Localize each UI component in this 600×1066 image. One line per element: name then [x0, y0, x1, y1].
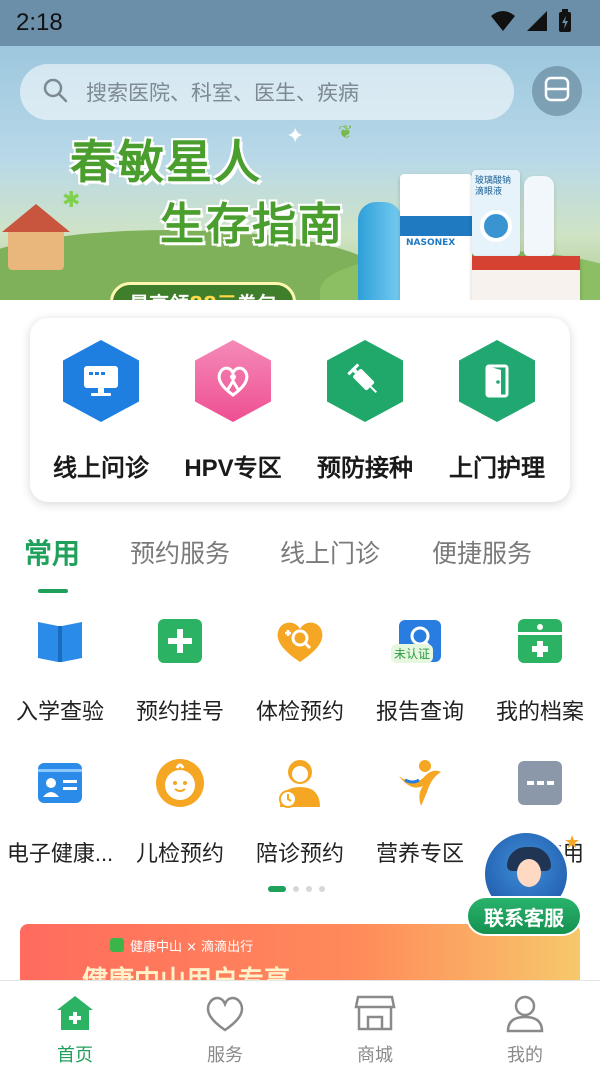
- grid-item-companion[interactable]: 陪诊预约: [240, 758, 360, 868]
- runner-icon: [395, 758, 445, 808]
- unverified-badge: 未认证: [391, 644, 434, 663]
- nav-label: 服务: [207, 1045, 243, 1065]
- pager-dot: [319, 886, 325, 892]
- grid-item-label: 报告查询: [375, 699, 464, 724]
- tab-online-clinic[interactable]: 线上门诊: [280, 534, 380, 570]
- coupon-pill[interactable]: 最高领 88元 券包: [110, 282, 296, 300]
- coupon-prefix: 最高领: [129, 288, 189, 301]
- grid-item-label: 体检预约: [255, 699, 344, 724]
- tab-underline: [38, 589, 68, 593]
- banner-headline-line1: 春敏星人: [70, 135, 262, 189]
- heart-search-icon: [275, 616, 325, 666]
- banner-house: [2, 204, 70, 270]
- star-icon: ★: [564, 832, 581, 853]
- grid-item-child-check[interactable]: 儿检预约: [120, 758, 240, 868]
- grid-item-label: 预约挂号: [135, 699, 224, 724]
- ribbon-heart-icon: [195, 340, 271, 422]
- quick-item-hpv[interactable]: HPV专区: [168, 340, 298, 483]
- pager-dot: [293, 886, 299, 892]
- coupon-amount: 88元: [189, 288, 237, 301]
- home-icon: [53, 991, 97, 1035]
- scan-icon: [543, 75, 571, 107]
- wifi-icon: [490, 10, 516, 36]
- quick-services-card: 线上问诊 HPV专区 预防接种 上门护理: [30, 318, 570, 502]
- grid-item-label: 电子健康...: [6, 841, 114, 866]
- more-icon: [515, 758, 565, 808]
- grid-item-nutrition[interactable]: 营养专区: [360, 758, 480, 868]
- plus-square-icon: [155, 616, 205, 666]
- status-time: 2:18: [16, 9, 63, 36]
- grid-item-label: 营养专区: [375, 841, 464, 866]
- companion-icon: [275, 758, 325, 808]
- folder-plus-icon: [515, 616, 565, 666]
- service-tabs: 常用 预约服务 线上门诊 便捷服务: [0, 528, 600, 592]
- heart-outline-icon: [203, 991, 247, 1035]
- grid-item-school-check[interactable]: 入学查验: [0, 616, 120, 726]
- promo-title: 健康中山用户专享: [82, 960, 290, 980]
- tab-appointment[interactable]: 预约服务: [130, 534, 230, 570]
- nav-mall[interactable]: 商城: [315, 991, 435, 1066]
- signal-icon: [526, 10, 548, 36]
- battery-icon: [558, 9, 572, 37]
- quick-item-label: 上门护理: [449, 455, 545, 482]
- quick-item-online-consult[interactable]: 线上问诊: [36, 340, 166, 483]
- tab-common[interactable]: 常用: [24, 532, 80, 572]
- search-bar[interactable]: 搜索医院、科室、医生、疾病: [20, 64, 514, 120]
- grid-item-label: 我的档案: [495, 699, 584, 724]
- nav-label: 我的: [507, 1045, 543, 1065]
- product-box: NASONEX: [400, 174, 472, 300]
- quick-item-vaccination[interactable]: 预防接种: [300, 340, 430, 483]
- status-bar: 2:18: [0, 0, 600, 46]
- book-icon: [35, 616, 85, 666]
- grid-item-physical-exam[interactable]: 体检预约: [240, 616, 360, 726]
- nav-label: 商城: [357, 1045, 393, 1065]
- banner-headline: 春敏星人 生存指南: [70, 126, 360, 252]
- grid-item-health-card[interactable]: 电子健康...: [0, 758, 120, 868]
- door-icon: [459, 340, 535, 422]
- status-icons: [490, 9, 572, 37]
- grid-item-label: 入学查验: [15, 699, 104, 724]
- pager-dot: [306, 886, 312, 892]
- baby-icon: [155, 758, 205, 808]
- customer-service-label: 联系客服: [466, 896, 582, 936]
- nav-profile[interactable]: 我的: [465, 991, 585, 1066]
- report-icon: 未认证: [391, 616, 445, 666]
- scan-button[interactable]: [532, 66, 582, 116]
- quick-item-label: 线上问诊: [53, 455, 149, 482]
- grid-item-label: 儿检预约: [135, 841, 224, 866]
- customer-service-button[interactable]: ★ 联系客服: [466, 826, 586, 946]
- nav-label: 首页: [57, 1045, 93, 1065]
- nav-services[interactable]: 服务: [165, 991, 285, 1066]
- product-box: 玻璃酸钠滴眼液: [472, 170, 520, 256]
- grid-pagination: [268, 886, 325, 892]
- monitor-icon: [63, 340, 139, 422]
- grid-item-label: 陪诊预约: [255, 841, 344, 866]
- nav-home[interactable]: 首页: [15, 991, 135, 1066]
- shop-icon: [353, 991, 397, 1035]
- user-icon: [503, 991, 547, 1035]
- coupon-suffix: 券包: [237, 288, 277, 301]
- bottom-nav: 首页 服务 商城 我的: [0, 980, 600, 1066]
- promo-brands: 健康中山 × 滴滴出行: [130, 940, 254, 955]
- quick-item-label: HPV专区: [184, 455, 282, 482]
- quick-item-label: 预防接种: [317, 455, 413, 482]
- grid-item-my-records[interactable]: 我的档案: [480, 616, 600, 726]
- pager-dot: [268, 886, 286, 892]
- product-label: 玻璃酸钠滴眼液: [475, 176, 512, 197]
- search-input[interactable]: 搜索医院、科室、医生、疾病: [86, 77, 359, 107]
- search-icon: [42, 77, 68, 107]
- product-box: [472, 256, 580, 300]
- banner-headline-line2: 生存指南: [160, 199, 344, 250]
- grid-item-report-query[interactable]: 未认证 报告查询: [360, 616, 480, 726]
- grid-item-register[interactable]: 预约挂号: [120, 616, 240, 726]
- health-logo-icon: [110, 938, 124, 952]
- tab-convenience[interactable]: 便捷服务: [432, 534, 532, 570]
- nasal-spray-product: [358, 202, 402, 300]
- eyedrop-bottle: [524, 176, 554, 256]
- quick-item-home-nursing[interactable]: 上门护理: [432, 340, 562, 483]
- syringe-icon: [327, 340, 403, 422]
- product-label: NASONEX: [406, 238, 456, 248]
- id-card-icon: [35, 758, 85, 808]
